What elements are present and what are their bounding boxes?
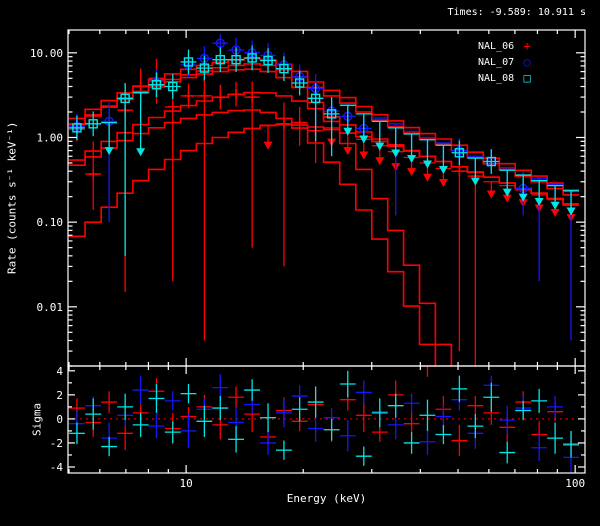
sigma-axis-label: Sigma (30, 366, 44, 473)
svg-text:4: 4 (56, 365, 63, 378)
legend-label: NAL_07 (478, 57, 514, 68)
svg-text:100: 100 (565, 477, 585, 490)
plus-marker-icon: + (518, 40, 536, 52)
legend-label: NAL_08 (478, 73, 514, 84)
legend: NAL_06 + NAL_07 ○ NAL_08 □ (478, 38, 536, 86)
legend-item-nal06: NAL_06 + (478, 38, 536, 54)
square-marker-icon: □ (518, 72, 536, 84)
svg-text:2: 2 (56, 389, 63, 402)
rate-axis-label: Rate (counts s⁻¹ keV⁻¹) (4, 30, 20, 366)
energy-axis-label: Energy (keV) (68, 492, 585, 505)
time-interval-label: Times: -9.589: 10.911 s (300, 7, 586, 18)
legend-label: NAL_06 (478, 41, 514, 52)
legend-item-nal07: NAL_07 ○ (478, 54, 536, 70)
svg-text:1.00: 1.00 (37, 131, 64, 144)
svg-text:10.00: 10.00 (30, 47, 63, 60)
circle-marker-icon: ○ (518, 56, 536, 68)
svg-text:0.10: 0.10 (37, 216, 64, 229)
svg-text:10: 10 (180, 477, 193, 490)
spectral-plot-window: 10 100 10.00 1.00 0.10 0.01 4 2 0 -2 -4 Times: -9.… (0, 0, 600, 526)
legend-item-nal08: NAL_08 □ (478, 70, 536, 86)
svg-text:-4: -4 (50, 461, 64, 474)
svg-text:0: 0 (56, 413, 63, 426)
svg-text:0.01: 0.01 (37, 301, 64, 314)
svg-text:-2: -2 (50, 437, 63, 450)
